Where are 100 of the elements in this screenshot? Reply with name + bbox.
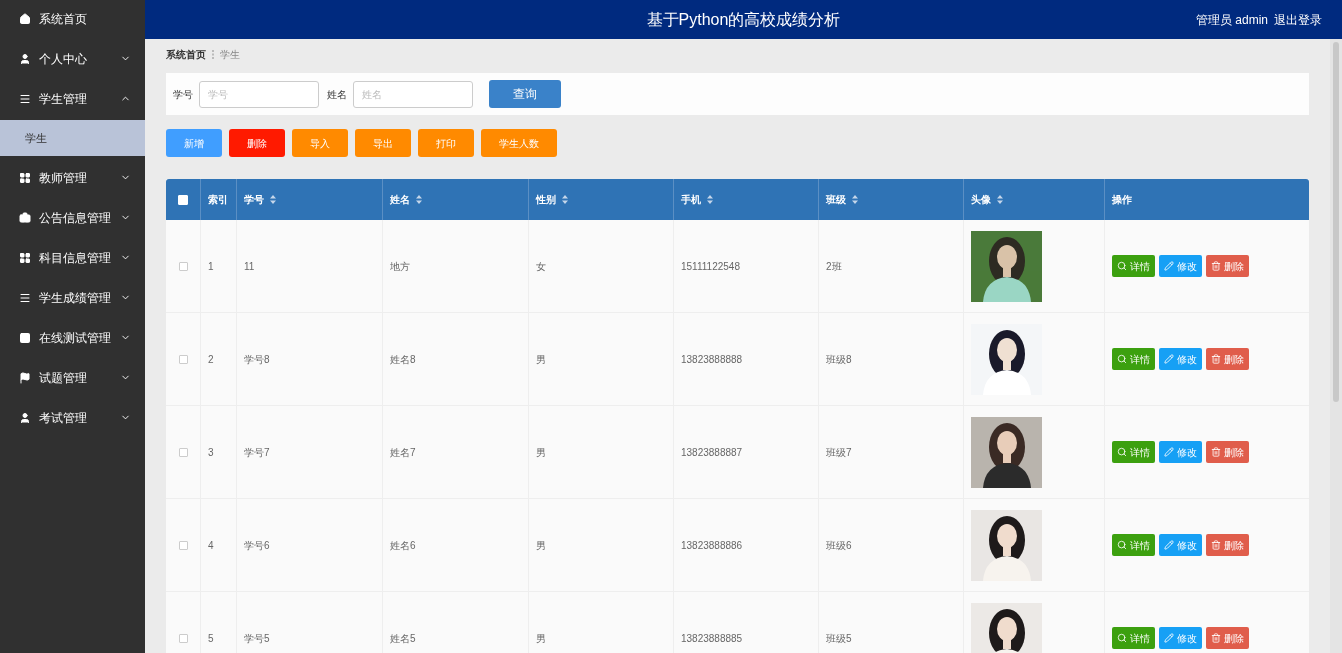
row-action-button[interactable]: 删除 — [1206, 441, 1249, 463]
briefcase-icon — [19, 211, 31, 224]
table-cell-text: 1 — [208, 259, 214, 274]
search-icon — [1117, 633, 1127, 643]
row-checkbox[interactable] — [178, 447, 188, 457]
column-header[interactable]: 手机 — [674, 179, 819, 220]
breadcrumb-item[interactable]: 学生 — [220, 46, 240, 62]
query-button[interactable]: 查询 — [489, 80, 561, 108]
sidebar-item[interactable]: 系统首页 — [0, 0, 145, 37]
search-icon — [1117, 540, 1127, 550]
sidebar-item[interactable]: 学生管理 — [0, 80, 145, 117]
table-cell-text: 姓名6 — [390, 538, 416, 553]
row-action-button[interactable]: 修改 — [1159, 255, 1202, 277]
row-action-button[interactable]: 详情 — [1112, 534, 1155, 556]
search-icon — [1117, 354, 1127, 364]
row-action-button[interactable]: 修改 — [1159, 627, 1202, 649]
grid-icon — [19, 251, 31, 264]
sidebar-item[interactable]: 考试管理 — [0, 399, 145, 436]
breadcrumb-item[interactable]: 系统首页 — [166, 46, 206, 62]
toolbar-button[interactable]: 导入 — [292, 129, 348, 157]
row-action-button[interactable]: 详情 — [1112, 441, 1155, 463]
pencil-icon — [1164, 633, 1174, 643]
row-action-button[interactable]: 详情 — [1112, 627, 1155, 649]
toolbar-button[interactable]: 新增 — [166, 129, 222, 157]
search-field[interactable]: 学号 — [199, 80, 319, 108]
pencil-icon — [1164, 261, 1174, 271]
row-action-button[interactable]: 详情 — [1112, 255, 1155, 277]
table-cell-text: 2班 — [826, 259, 842, 274]
column-header[interactable]: 性别 — [529, 179, 674, 220]
pencil-icon — [1164, 354, 1174, 364]
trash-icon — [1211, 354, 1221, 364]
column-header[interactable]: 操作 — [1105, 179, 1309, 220]
row-checkbox[interactable] — [178, 540, 188, 550]
sidebar-subitem[interactable]: 学生 — [0, 120, 145, 156]
column-header[interactable]: 索引 — [201, 179, 237, 220]
menu-icon — [19, 92, 31, 105]
sidebar-item[interactable]: 教师管理 — [0, 159, 145, 196]
trash-icon — [1211, 540, 1221, 550]
toolbar-button[interactable]: 打印 — [418, 129, 474, 157]
select-all-checkbox[interactable] — [178, 194, 188, 205]
row-action-button[interactable]: 修改 — [1159, 534, 1202, 556]
table-cell-text: 2 — [208, 352, 214, 367]
row-action-button[interactable]: 修改 — [1159, 441, 1202, 463]
table-cell-text: 女 — [536, 259, 546, 274]
row-action-button[interactable]: 删除 — [1206, 534, 1249, 556]
row-action-button[interactable]: 删除 — [1206, 255, 1249, 277]
row-action-button[interactable]: 详情 — [1112, 348, 1155, 370]
table-cell-text: 男 — [536, 631, 546, 646]
table-cell-text: 13823888888 — [681, 352, 743, 367]
column-header[interactable]: 姓名 — [383, 179, 529, 220]
pencil-icon — [1164, 447, 1174, 457]
grid-icon — [19, 171, 31, 184]
column-header[interactable]: 学号 — [237, 179, 383, 220]
separator-icon — [212, 49, 214, 59]
table-cell-text: 13823888886 — [681, 538, 743, 553]
row-checkbox[interactable] — [178, 354, 188, 364]
toolbar-button[interactable]: 删除 — [229, 129, 285, 157]
trash-icon — [1211, 447, 1221, 457]
table-cell-text: 男 — [536, 538, 546, 553]
row-checkbox[interactable] — [178, 261, 188, 271]
row-checkbox[interactable] — [178, 633, 188, 643]
table-cell-text: 13823888887 — [681, 445, 743, 460]
toolbar-button[interactable]: 导出 — [355, 129, 411, 157]
field-label: 学号 — [173, 87, 193, 102]
sidebar-item[interactable]: 试题管理 — [0, 359, 145, 396]
column-header[interactable]: 班级 — [819, 179, 964, 220]
trash-icon — [1211, 261, 1221, 271]
user-icon — [19, 52, 31, 65]
table-cell-text: 姓名8 — [390, 352, 416, 367]
app-title: 基于Python的高校成绩分析 — [646, 9, 841, 30]
sidebar-item[interactable]: 在线测试管理 — [0, 319, 145, 356]
trash-icon — [1211, 633, 1221, 643]
table-cell-text: 男 — [536, 445, 546, 460]
table-cell-text: 姓名7 — [390, 445, 416, 460]
square-icon — [19, 331, 31, 344]
row-action-button[interactable]: 删除 — [1206, 348, 1249, 370]
row-action-button[interactable]: 修改 — [1159, 348, 1202, 370]
table-cell-text: 15111122548 — [681, 259, 740, 274]
table-cell-text: 11 — [244, 259, 255, 274]
table-cell-text: 姓名5 — [390, 631, 416, 646]
table-cell-text: 学号7 — [244, 445, 270, 460]
table-cell-text: 班级7 — [826, 445, 852, 460]
table-cell-text: 男 — [536, 352, 546, 367]
pencil-icon — [1164, 540, 1174, 550]
logout-link[interactable]: 退出登录 — [1274, 10, 1322, 29]
toolbar-button[interactable]: 学生人数 — [481, 129, 557, 157]
column-header[interactable]: 头像 — [964, 179, 1105, 220]
sidebar-item[interactable]: 个人中心 — [0, 40, 145, 77]
search-icon — [1117, 261, 1127, 271]
search-field[interactable]: 姓名 — [353, 80, 473, 108]
table-cell-text: 班级8 — [826, 352, 852, 367]
table-cell-text: 5 — [208, 631, 214, 646]
sidebar-item[interactable]: 学生成绩管理 — [0, 279, 145, 316]
sidebar-item[interactable]: 科目信息管理 — [0, 239, 145, 276]
row-action-button[interactable]: 删除 — [1206, 627, 1249, 649]
table-cell-text: 3 — [208, 445, 214, 460]
home-icon — [19, 12, 31, 25]
sidebar-item[interactable]: 公告信息管理 — [0, 199, 145, 236]
menu-icon — [19, 291, 31, 304]
search-icon — [1117, 447, 1127, 457]
